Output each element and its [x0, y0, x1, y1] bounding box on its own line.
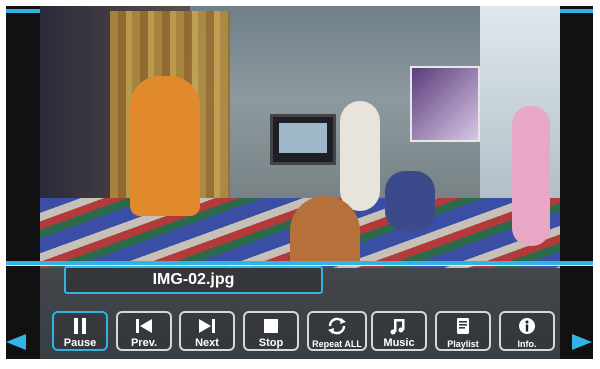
previous-button[interactable]: Prev. — [116, 311, 172, 351]
photo-region — [512, 106, 550, 246]
photo-region — [290, 196, 360, 266]
playlist-label: Playlist — [447, 339, 479, 349]
pause-icon — [68, 317, 92, 335]
next-button[interactable]: Next — [179, 311, 235, 351]
photo-region — [340, 101, 380, 211]
music-label: Music — [383, 337, 415, 349]
pause-button[interactable]: Pause — [52, 311, 108, 351]
playlist-button[interactable]: Playlist — [435, 311, 491, 351]
stop-icon — [259, 317, 283, 335]
repeat-icon — [325, 317, 349, 335]
app-frame: IMG-02.jpg Pause Prev. Next Stop Repeat … — [0, 0, 600, 369]
info-label: Info. — [517, 339, 537, 349]
next-label: Next — [195, 337, 219, 349]
next-icon — [195, 317, 219, 335]
repeat-all-label: Repeat ALL — [312, 339, 362, 349]
playlist-icon — [451, 317, 475, 335]
info-button[interactable]: Info. — [499, 311, 555, 351]
photo-region — [410, 66, 480, 142]
music-note-icon — [387, 317, 411, 335]
previous-arrow-icon[interactable] — [6, 334, 26, 350]
stop-button[interactable]: Stop — [243, 311, 299, 351]
music-button[interactable]: Music — [371, 311, 427, 351]
stop-label: Stop — [258, 337, 284, 349]
photo-display — [40, 6, 560, 268]
photo-region — [130, 76, 200, 216]
pause-label: Pause — [63, 337, 97, 349]
next-arrow-icon[interactable] — [572, 334, 592, 350]
photo-region — [385, 171, 435, 231]
repeat-all-button[interactable]: Repeat ALL — [307, 311, 367, 351]
info-icon — [515, 317, 539, 335]
previous-icon — [132, 317, 156, 335]
filename-label: IMG-02.jpg — [64, 266, 323, 294]
photo-region — [270, 114, 336, 165]
photo-viewer-screen — [6, 6, 593, 359]
previous-label: Prev. — [130, 337, 158, 349]
